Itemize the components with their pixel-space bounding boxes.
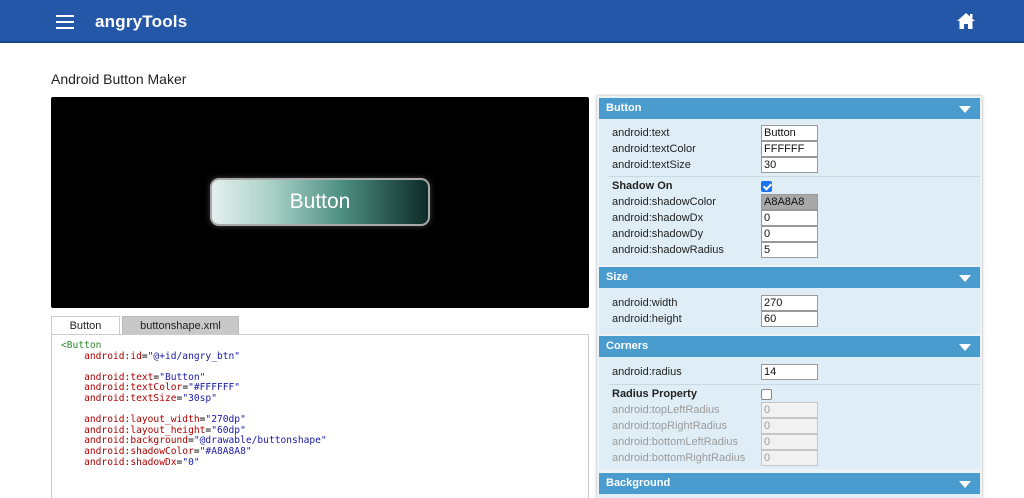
row-text: android:text xyxy=(612,125,972,141)
radius-input[interactable] xyxy=(761,364,818,380)
shadowdy-input[interactable] xyxy=(761,226,818,242)
tab-buttonshape-xml[interactable]: buttonshape.xml xyxy=(122,316,239,335)
text-input[interactable] xyxy=(761,125,818,141)
hamburger-menu-icon[interactable] xyxy=(56,15,74,29)
code-attribute-lines: android:id="@+id/angry_btn" android:text… xyxy=(61,350,588,469)
section-header-size[interactable]: Size xyxy=(599,267,980,288)
row-radius-property: Radius Property xyxy=(612,386,972,402)
divider xyxy=(609,176,980,177)
width-input[interactable] xyxy=(761,295,818,311)
code-view: <Button android:id="@+id/angry_btn" andr… xyxy=(51,334,589,498)
collapse-triangle-icon[interactable] xyxy=(959,106,971,113)
shadow-on-checkbox[interactable] xyxy=(761,181,772,192)
textcolor-input[interactable] xyxy=(761,141,818,157)
row-shadowdx: android:shadowDx xyxy=(612,210,972,226)
collapse-triangle-icon[interactable] xyxy=(959,481,971,488)
collapse-triangle-icon[interactable] xyxy=(959,275,971,282)
row-topright-radius: android:topRightRadius xyxy=(612,418,972,434)
code-line: android:id="@+id/angry_btn" xyxy=(84,350,241,362)
section-body-button: android:text android:textColor android:t… xyxy=(599,119,980,265)
bottomright-radius-input[interactable] xyxy=(761,450,818,466)
tab-button[interactable]: Button xyxy=(51,316,120,335)
row-topleft-radius: android:topLeftRadius xyxy=(612,402,972,418)
row-textsize: android:textSize xyxy=(612,157,972,173)
section-header-button[interactable]: Button xyxy=(599,98,980,119)
section-body-background xyxy=(599,494,980,498)
section-header-background[interactable]: Background xyxy=(599,473,980,494)
row-bottomleft-radius: android:bottomLeftRadius xyxy=(612,434,972,450)
row-shadowcolor: android:shadowColor xyxy=(612,194,972,210)
shadowcolor-input[interactable] xyxy=(761,194,818,210)
shadowradius-input[interactable] xyxy=(761,242,818,258)
radius-property-checkbox[interactable] xyxy=(761,389,772,400)
top-app-bar: angryTools xyxy=(0,0,1024,43)
height-input[interactable] xyxy=(761,311,818,327)
brand-logo[interactable]: angryTools xyxy=(95,12,187,32)
page-title: Android Button Maker xyxy=(51,71,187,87)
topleft-radius-input[interactable] xyxy=(761,402,818,418)
shadowdx-input[interactable] xyxy=(761,210,818,226)
preview-button[interactable]: Button xyxy=(210,178,430,226)
section-body-corners: android:radius Radius Property android:t… xyxy=(599,357,980,469)
section-body-size: android:width android:height xyxy=(599,288,980,334)
divider xyxy=(609,384,980,385)
row-shadowradius: android:shadowRadius xyxy=(612,242,972,258)
row-radius: android:radius xyxy=(612,364,972,380)
textsize-input[interactable] xyxy=(761,157,818,173)
row-textcolor: android:textColor xyxy=(612,141,972,157)
row-bottomright-radius: android:bottomRightRadius xyxy=(612,450,972,466)
code-line: android:textSize="30sp" xyxy=(84,392,217,404)
row-width: android:width xyxy=(612,295,972,311)
section-header-corners[interactable]: Corners xyxy=(599,336,980,357)
row-shadowdy: android:shadowDy xyxy=(612,226,972,242)
collapse-triangle-icon[interactable] xyxy=(959,344,971,351)
topright-radius-input[interactable] xyxy=(761,418,818,434)
row-height: android:height xyxy=(612,311,972,327)
home-icon[interactable] xyxy=(956,12,976,30)
code-line: android:shadowDx="0" xyxy=(84,456,200,468)
bottomleft-radius-input[interactable] xyxy=(761,434,818,450)
properties-panel: Button android:text android:textColor an… xyxy=(597,96,982,498)
row-shadow-on: Shadow On xyxy=(612,178,972,194)
button-preview-area: Button xyxy=(51,97,589,308)
